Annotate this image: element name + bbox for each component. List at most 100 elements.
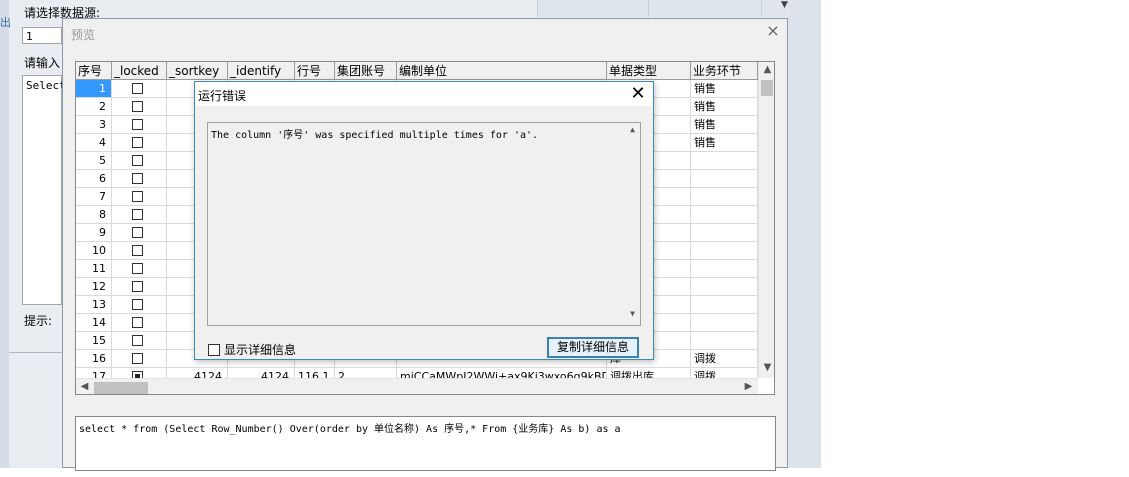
row-number: 5 <box>76 152 112 170</box>
locked-checkbox[interactable] <box>132 299 143 310</box>
cell-stage: 销售 <box>691 98 758 116</box>
row-number: 6 <box>76 170 112 188</box>
error-message[interactable]: The column '序号' was specified multiple t… <box>207 122 641 326</box>
scroll-thumb[interactable] <box>761 80 773 96</box>
cell-stage <box>691 188 758 206</box>
left-edge-text: 出 <box>0 16 11 29</box>
locked-cell <box>112 224 167 242</box>
column-header[interactable]: _sortkey <box>167 62 228 80</box>
cell-stage <box>691 170 758 188</box>
locked-checkbox[interactable] <box>132 335 143 346</box>
show-details-label[interactable]: 显示详细信息 <box>224 341 296 358</box>
column-header[interactable]: 编制单位 <box>397 62 607 80</box>
row-number: 3 <box>76 116 112 134</box>
error-dialog: 运行错误 ✕ The column '序号' was specified mul… <box>194 81 654 360</box>
locked-checkbox[interactable] <box>132 263 143 274</box>
locked-cell <box>112 170 167 188</box>
background-right-strip <box>788 0 821 468</box>
show-details-checkbox[interactable] <box>208 344 220 356</box>
error-scrollbar[interactable]: ▲ ▼ <box>624 123 640 325</box>
scroll-right-icon[interactable]: ▶ <box>740 381 757 392</box>
background-left-strip: 出 <box>0 0 11 468</box>
row-number: 8 <box>76 206 112 224</box>
row-number: 1 <box>76 80 112 98</box>
locked-checkbox[interactable] <box>132 83 143 94</box>
error-title: 运行错误 <box>198 89 247 103</box>
column-header[interactable]: 业务环节 <box>691 62 758 80</box>
row-number: 2 <box>76 98 112 116</box>
horizontal-scrollbar[interactable]: ◀ ▶ <box>76 378 758 394</box>
column-header[interactable]: _locked <box>112 62 167 80</box>
locked-cell <box>112 80 167 98</box>
sql-label: 请输入 <box>24 56 61 70</box>
cell-stage <box>691 314 758 332</box>
column-header[interactable]: 集团账号 <box>335 62 397 80</box>
locked-cell <box>112 350 167 368</box>
cell-stage: 销售 <box>691 116 758 134</box>
hint-label: 提示: <box>24 314 53 328</box>
locked-cell <box>112 98 167 116</box>
scroll-up-icon[interactable]: ▲ <box>759 64 774 75</box>
row-number: 11 <box>76 260 112 278</box>
locked-checkbox[interactable] <box>132 173 143 184</box>
cell-stage <box>691 278 758 296</box>
scroll-left-icon[interactable]: ◀ <box>76 381 93 392</box>
cell-stage <box>691 332 758 350</box>
close-icon[interactable]: ✕ <box>627 83 649 105</box>
cell-stage <box>691 152 758 170</box>
cell-stage <box>691 296 758 314</box>
locked-cell <box>112 116 167 134</box>
locked-cell <box>112 206 167 224</box>
panel-divider <box>9 352 63 353</box>
cell-stage: 调拨 <box>691 350 758 368</box>
row-number: 15 <box>76 332 112 350</box>
locked-cell <box>112 278 167 296</box>
row-number: 9 <box>76 224 112 242</box>
error-titlebar: 运行错误 ✕ <box>195 82 653 106</box>
locked-cell <box>112 260 167 278</box>
row-number: 12 <box>76 278 112 296</box>
error-message-text: The column '序号' was specified multiple t… <box>211 130 539 141</box>
column-header[interactable]: 序号 <box>76 62 112 80</box>
row-number: 16 <box>76 350 112 368</box>
sql-editor[interactable]: select * from (Select Row_Number() Over(… <box>75 416 776 471</box>
row-number: 4 <box>76 134 112 152</box>
vertical-scrollbar[interactable]: ▲ ▼ <box>758 62 774 378</box>
locked-checkbox[interactable] <box>132 191 143 202</box>
locked-checkbox[interactable] <box>132 281 143 292</box>
row-number: 14 <box>76 314 112 332</box>
locked-checkbox[interactable] <box>132 227 143 238</box>
locked-checkbox[interactable] <box>132 245 143 256</box>
locked-checkbox[interactable] <box>132 119 143 130</box>
locked-cell <box>112 152 167 170</box>
preview-title: 预览 <box>71 28 96 42</box>
copy-details-button[interactable]: 复制详细信息 <box>547 337 639 358</box>
locked-checkbox[interactable] <box>132 101 143 112</box>
row-number: 10 <box>76 242 112 260</box>
locked-cell <box>112 188 167 206</box>
column-header[interactable]: 单据类型 <box>607 62 691 80</box>
source-combo[interactable]: 1 <box>22 27 62 44</box>
locked-checkbox[interactable] <box>132 137 143 148</box>
locked-checkbox[interactable] <box>132 353 143 364</box>
row-number: 13 <box>76 296 112 314</box>
column-header[interactable]: _identify <box>228 62 295 80</box>
locked-cell <box>112 314 167 332</box>
scroll-thumb[interactable] <box>94 382 148 394</box>
locked-checkbox[interactable] <box>132 317 143 328</box>
locked-cell <box>112 134 167 152</box>
cell-stage <box>691 260 758 278</box>
dropdown-arrow-icon[interactable]: ▼ <box>781 0 788 10</box>
row-number: 7 <box>76 188 112 206</box>
locked-checkbox[interactable] <box>132 155 143 166</box>
scroll-down-icon[interactable]: ▼ <box>759 362 774 373</box>
column-header[interactable]: 行号 <box>295 62 335 80</box>
cell-stage: 销售 <box>691 80 758 98</box>
close-icon[interactable]: × <box>765 23 781 39</box>
locked-cell <box>112 242 167 260</box>
scroll-down-icon[interactable]: ▼ <box>624 309 641 318</box>
cell-stage <box>691 242 758 260</box>
sql-input[interactable]: Select <box>22 75 66 305</box>
locked-checkbox[interactable] <box>132 209 143 220</box>
scroll-up-icon[interactable]: ▲ <box>624 125 641 134</box>
